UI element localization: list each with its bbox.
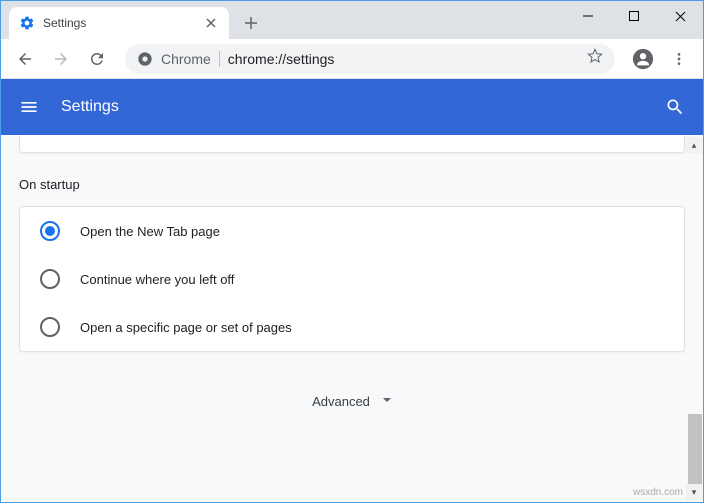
advanced-toggle[interactable]: Advanced — [1, 352, 703, 430]
back-button[interactable] — [9, 43, 41, 75]
radio-label: Continue where you left off — [80, 272, 234, 287]
settings-content: On startup Open the New Tab page Continu… — [1, 135, 703, 502]
bookmark-star-icon[interactable] — [587, 48, 603, 69]
radio-option-specific-pages[interactable]: Open a specific page or set of pages — [20, 303, 684, 351]
scrollbar-up-arrow[interactable]: ▴ — [686, 137, 702, 153]
browser-toolbar: Chrome chrome://settings — [1, 39, 703, 79]
startup-card: Open the New Tab page Continue where you… — [19, 206, 685, 352]
minimize-button[interactable] — [565, 1, 611, 31]
browser-tab[interactable]: Settings — [9, 7, 229, 39]
radio-icon — [40, 269, 60, 289]
menu-dots-icon[interactable] — [663, 43, 695, 75]
radio-option-new-tab[interactable]: Open the New Tab page — [20, 207, 684, 255]
maximize-button[interactable] — [611, 1, 657, 31]
close-window-button[interactable] — [657, 1, 703, 31]
hamburger-menu-icon[interactable] — [17, 95, 41, 119]
watermark: wsxdn.com — [633, 487, 683, 498]
address-bar[interactable]: Chrome chrome://settings — [125, 44, 615, 74]
radio-option-continue[interactable]: Continue where you left off — [20, 255, 684, 303]
section-title-startup: On startup — [19, 177, 685, 192]
tab-title: Settings — [43, 16, 195, 30]
radio-icon — [40, 317, 60, 337]
scrollbar-down-arrow[interactable]: ▾ — [686, 484, 702, 500]
chrome-icon — [137, 51, 153, 67]
scrollbar-thumb[interactable] — [688, 414, 702, 484]
reload-button[interactable] — [81, 43, 113, 75]
profile-button[interactable] — [627, 43, 659, 75]
omnibox-url: chrome://settings — [228, 51, 579, 67]
forward-button[interactable] — [45, 43, 77, 75]
page-title: Settings — [61, 98, 663, 116]
new-tab-button[interactable] — [237, 9, 265, 37]
advanced-label: Advanced — [312, 394, 370, 409]
settings-gear-icon — [19, 15, 35, 31]
window-controls — [565, 1, 703, 31]
omnibox-prefix: Chrome — [161, 51, 220, 67]
chevron-down-icon — [382, 392, 392, 410]
settings-header: Settings — [1, 79, 703, 135]
radio-icon — [40, 221, 60, 241]
radio-label: Open the New Tab page — [80, 224, 220, 239]
previous-section-card — [19, 135, 685, 153]
titlebar: Settings — [1, 1, 703, 39]
search-icon[interactable] — [663, 95, 687, 119]
close-tab-icon[interactable] — [203, 15, 219, 31]
radio-label: Open a specific page or set of pages — [80, 320, 292, 335]
